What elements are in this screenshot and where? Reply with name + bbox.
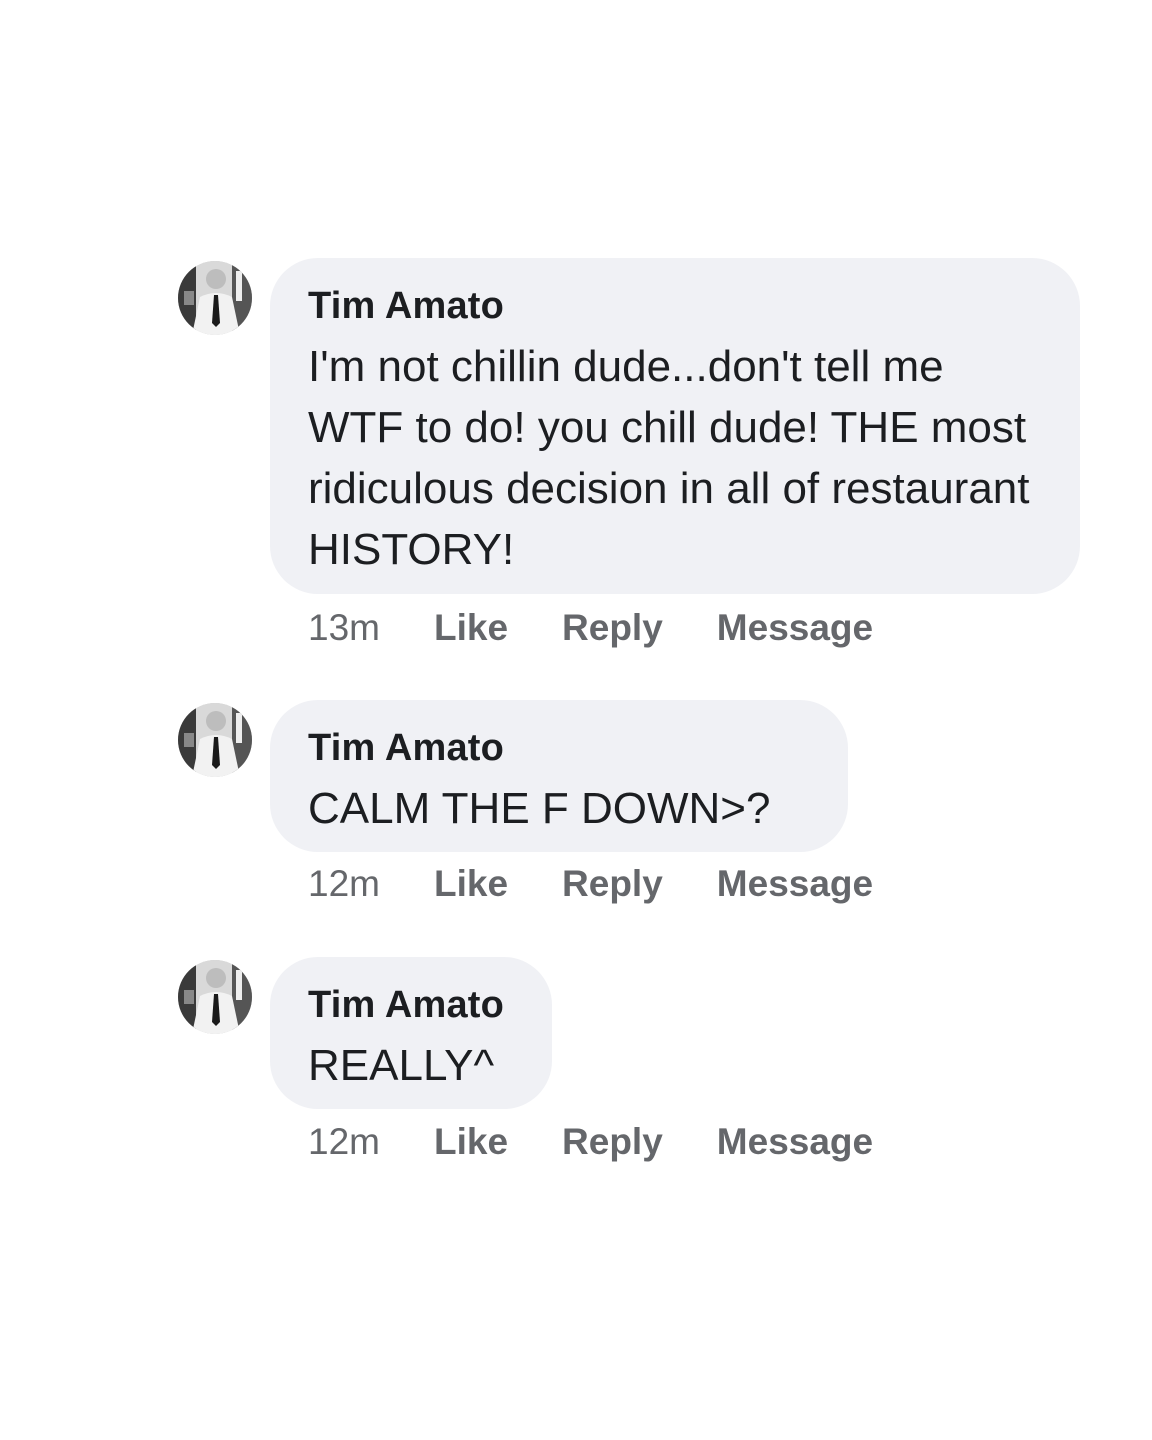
comment-timestamp[interactable]: 13m bbox=[308, 604, 380, 652]
reply-button[interactable]: Reply bbox=[562, 1118, 663, 1166]
comment-text: REALLY^ bbox=[308, 1041, 495, 1090]
comment-bubble: Tim Amato I'm not chillin dude...don't t… bbox=[270, 258, 1080, 594]
profile-photo-icon bbox=[178, 960, 252, 1034]
reply-button[interactable]: Reply bbox=[562, 604, 663, 652]
comment-author[interactable]: Tim Amato bbox=[308, 722, 810, 774]
comment-text: I'm not chillin dude...don't tell me WTF… bbox=[308, 342, 1030, 574]
avatar[interactable] bbox=[178, 261, 252, 335]
avatar[interactable] bbox=[178, 960, 252, 1034]
comment-author[interactable]: Tim Amato bbox=[308, 280, 1042, 332]
comment-text: CALM THE F DOWN>? bbox=[308, 784, 771, 833]
comment-bubble: Tim Amato REALLY^ bbox=[270, 957, 552, 1109]
message-button[interactable]: Message bbox=[717, 1118, 873, 1166]
comment-timestamp[interactable]: 12m bbox=[308, 1118, 380, 1166]
avatar[interactable] bbox=[178, 703, 252, 777]
comment-actions: 13m Like Reply Message bbox=[308, 604, 927, 652]
like-button[interactable]: Like bbox=[434, 604, 508, 652]
reply-button[interactable]: Reply bbox=[562, 860, 663, 908]
profile-photo-icon bbox=[178, 261, 252, 335]
comment-bubble: Tim Amato CALM THE F DOWN>? bbox=[270, 700, 848, 852]
comment-actions: 12m Like Reply Message bbox=[308, 1118, 927, 1166]
comment-author[interactable]: Tim Amato bbox=[308, 979, 514, 1031]
comment-actions: 12m Like Reply Message bbox=[308, 860, 927, 908]
like-button[interactable]: Like bbox=[434, 1118, 508, 1166]
profile-photo-icon bbox=[178, 703, 252, 777]
comment-timestamp[interactable]: 12m bbox=[308, 860, 380, 908]
like-button[interactable]: Like bbox=[434, 860, 508, 908]
message-button[interactable]: Message bbox=[717, 860, 873, 908]
message-button[interactable]: Message bbox=[717, 604, 873, 652]
